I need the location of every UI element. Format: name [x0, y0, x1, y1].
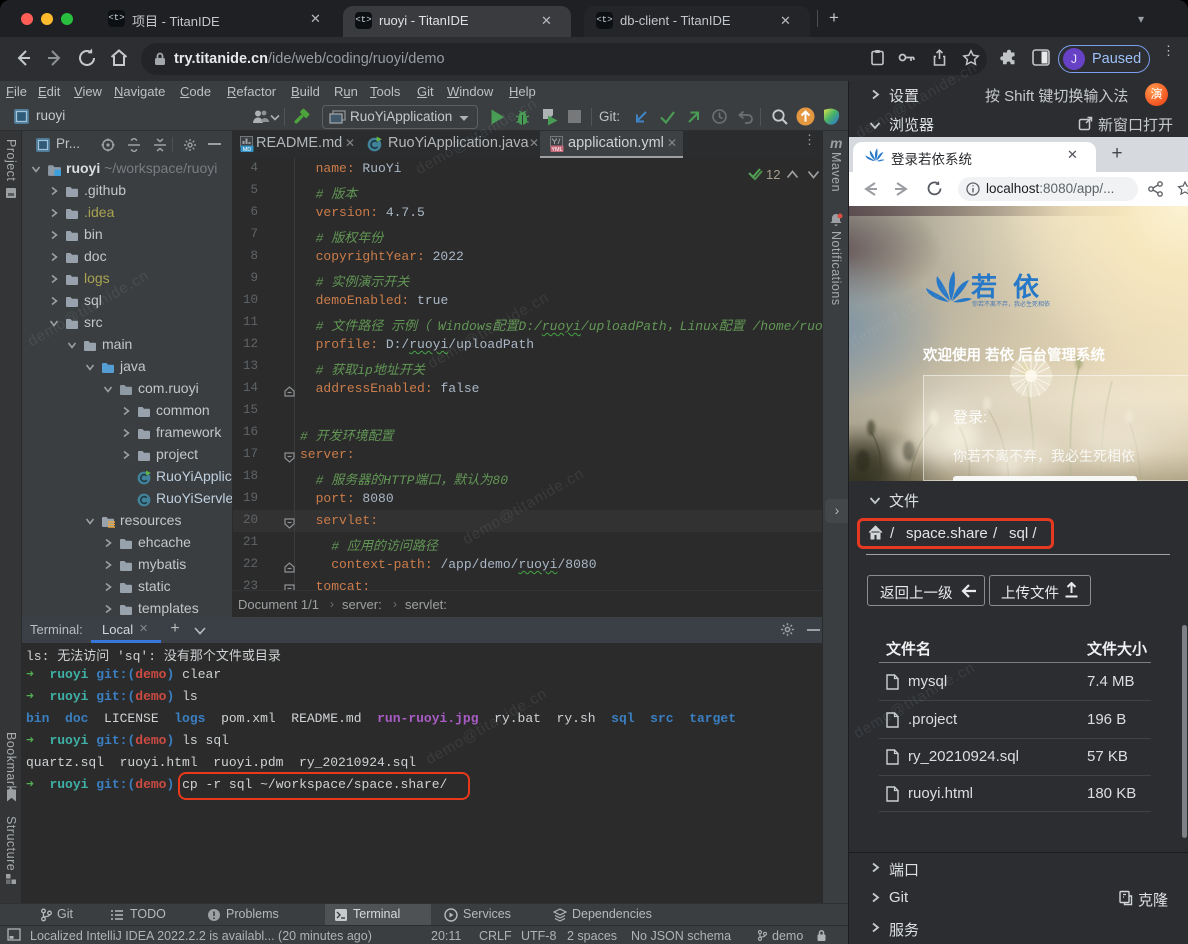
svg-text:MD: MD: [243, 147, 252, 152]
svg-text:YML: YML: [551, 147, 562, 152]
